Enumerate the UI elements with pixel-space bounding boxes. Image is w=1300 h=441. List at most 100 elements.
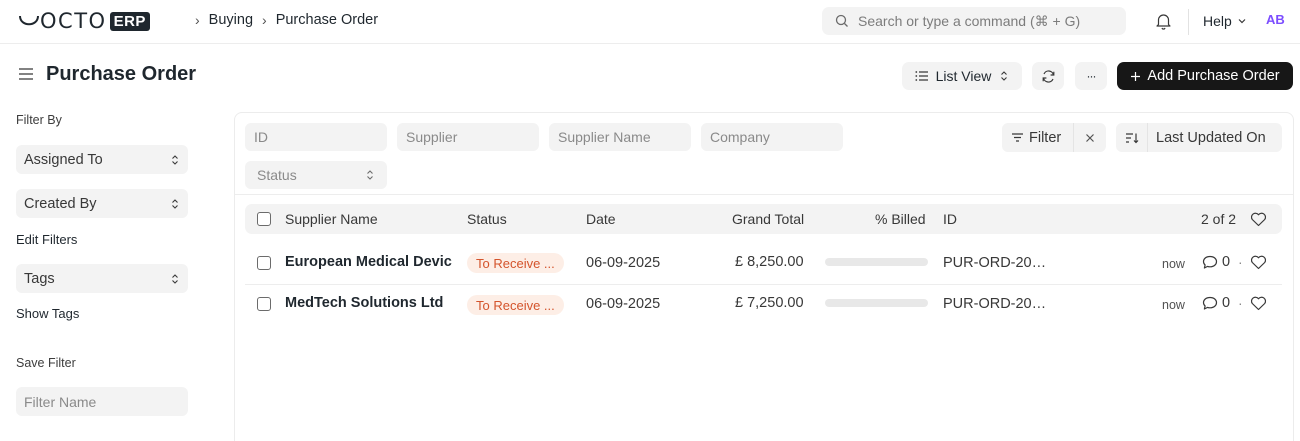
list-icon bbox=[915, 71, 928, 81]
supplier-filter-input[interactable]: Supplier bbox=[397, 123, 539, 151]
plus-icon bbox=[1131, 71, 1141, 81]
column-id: ID bbox=[943, 211, 957, 227]
row-id[interactable]: PUR-ORD-20… bbox=[943, 255, 1046, 271]
row-supplier-name[interactable]: MedTech Solutions Ltd bbox=[285, 295, 443, 311]
table-row[interactable]: European Medical Devic To Receive ... 06… bbox=[245, 243, 1282, 284]
status-filter-label: Status bbox=[257, 167, 297, 183]
close-icon bbox=[1086, 133, 1094, 142]
select-arrows-icon bbox=[367, 170, 373, 180]
breadcrumb-buying[interactable]: Buying bbox=[209, 12, 253, 28]
select-arrows-icon bbox=[172, 198, 178, 209]
company-filter-input[interactable]: Company bbox=[701, 123, 843, 151]
row-checkbox[interactable] bbox=[257, 297, 271, 311]
filter-icon bbox=[1012, 133, 1023, 142]
filter-button[interactable]: Filter bbox=[1002, 123, 1074, 152]
created-by-label: Created By bbox=[24, 195, 97, 212]
column-date: Date bbox=[586, 211, 616, 227]
save-filter-label: Save Filter bbox=[16, 356, 76, 370]
heart-icon[interactable] bbox=[1250, 212, 1267, 227]
notifications-bell-icon[interactable] bbox=[1155, 12, 1172, 33]
list-view-label: List View bbox=[935, 68, 992, 84]
search-placeholder: Search or type a command (⌘ + G) bbox=[858, 12, 1081, 29]
heart-icon[interactable] bbox=[1250, 255, 1267, 270]
search-input[interactable]: Search or type a command (⌘ + G) bbox=[822, 7, 1126, 35]
clear-filter-button[interactable] bbox=[1074, 123, 1106, 152]
row-checkbox[interactable] bbox=[257, 256, 271, 270]
record-count: 2 of 2 bbox=[1201, 211, 1237, 227]
billed-progress-bar bbox=[825, 299, 928, 307]
tags-label: Tags bbox=[24, 270, 55, 287]
comment-icon bbox=[1202, 255, 1218, 269]
filter-button-group: Filter bbox=[1002, 123, 1106, 152]
id-filter-input[interactable]: ID bbox=[245, 123, 387, 151]
assigned-to-label: Assigned To bbox=[24, 151, 103, 168]
select-arrows-icon bbox=[172, 154, 178, 165]
heart-icon[interactable] bbox=[1250, 296, 1267, 311]
filter-by-label: Filter By bbox=[16, 113, 62, 127]
status-badge: To Receive ... bbox=[467, 295, 564, 315]
column-status: Status bbox=[467, 211, 507, 227]
more-actions-button[interactable]: ··· bbox=[1075, 62, 1107, 90]
modified-time: now bbox=[1162, 298, 1185, 312]
separator-dot: · bbox=[1238, 295, 1243, 311]
row-date: 06-09-2025 bbox=[586, 296, 661, 312]
filter-label: Filter bbox=[1029, 129, 1062, 146]
table-row[interactable]: MedTech Solutions Ltd To Receive ... 06-… bbox=[245, 285, 1282, 326]
sidebar-toggle-icon[interactable] bbox=[18, 67, 34, 84]
search-icon bbox=[835, 14, 848, 27]
created-by-select[interactable]: Created By bbox=[16, 189, 188, 218]
status-filter-select[interactable]: Status bbox=[245, 161, 387, 189]
billed-progress-bar bbox=[825, 258, 928, 266]
divider bbox=[1188, 9, 1189, 35]
row-grand-total: £ 7,250.00 bbox=[735, 295, 804, 311]
row-date: 06-09-2025 bbox=[586, 255, 661, 271]
show-tags-link[interactable]: Show Tags bbox=[16, 306, 79, 321]
logo-text: OCTO bbox=[40, 9, 107, 33]
separator-dot: · bbox=[1238, 254, 1243, 270]
refresh-icon bbox=[1042, 69, 1054, 83]
column-grand-total: Grand Total bbox=[732, 211, 805, 227]
row-id[interactable]: PUR-ORD-20… bbox=[943, 296, 1046, 312]
tags-select[interactable]: Tags bbox=[16, 264, 188, 293]
supplier-name-filter-input[interactable]: Supplier Name bbox=[549, 123, 691, 151]
select-arrows-icon bbox=[1001, 71, 1008, 81]
refresh-button[interactable] bbox=[1032, 62, 1064, 90]
page-title: Purchase Order bbox=[46, 63, 197, 85]
modified-time: now bbox=[1162, 257, 1185, 271]
select-all-checkbox[interactable] bbox=[257, 212, 271, 226]
comment-icon bbox=[1202, 296, 1218, 310]
navbar: OCTO ERP › Buying › Purchase Order Searc… bbox=[0, 0, 1300, 44]
help-dropdown[interactable]: Help bbox=[1203, 13, 1248, 29]
status-badge: To Receive ... bbox=[467, 253, 564, 273]
more-icon: ··· bbox=[1086, 69, 1097, 83]
table-header: Supplier Name Status Date Grand Total % … bbox=[245, 204, 1282, 234]
row-grand-total: £ 8,250.00 bbox=[735, 254, 804, 270]
breadcrumb-purchase-order[interactable]: Purchase Order bbox=[276, 12, 378, 28]
add-button-label: Add Purchase Order bbox=[1147, 68, 1280, 84]
chevron-right-icon: › bbox=[195, 12, 200, 28]
app-logo[interactable]: OCTO ERP bbox=[18, 9, 150, 33]
logo-badge: ERP bbox=[109, 11, 150, 31]
edit-filters-link[interactable]: Edit Filters bbox=[16, 232, 77, 247]
chevron-down-icon bbox=[1238, 19, 1246, 24]
column-percent-billed: % Billed bbox=[875, 211, 926, 227]
help-label: Help bbox=[1203, 13, 1232, 29]
chevron-right-icon: › bbox=[262, 12, 267, 28]
breadcrumb: › Buying › Purchase Order bbox=[186, 12, 378, 28]
avatar[interactable]: AB bbox=[1266, 12, 1285, 27]
column-supplier-name: Supplier Name bbox=[285, 211, 378, 227]
sort-descending-icon bbox=[1125, 132, 1138, 143]
comment-count: 0 bbox=[1222, 295, 1231, 311]
sort-button-group: Last Updated On bbox=[1116, 123, 1282, 152]
divider bbox=[235, 194, 1293, 195]
sort-order-button[interactable] bbox=[1116, 123, 1148, 152]
list-view-switcher[interactable]: List View bbox=[902, 62, 1022, 90]
sort-by-label[interactable]: Last Updated On bbox=[1156, 130, 1266, 146]
logo-smile-icon bbox=[19, 15, 39, 26]
comment-count: 0 bbox=[1222, 254, 1231, 270]
add-purchase-order-button[interactable]: Add Purchase Order bbox=[1117, 62, 1293, 90]
assigned-to-select[interactable]: Assigned To bbox=[16, 145, 188, 174]
filter-name-input[interactable]: Filter Name bbox=[16, 387, 188, 416]
row-supplier-name[interactable]: European Medical Devic bbox=[285, 254, 452, 270]
select-arrows-icon bbox=[172, 273, 178, 284]
